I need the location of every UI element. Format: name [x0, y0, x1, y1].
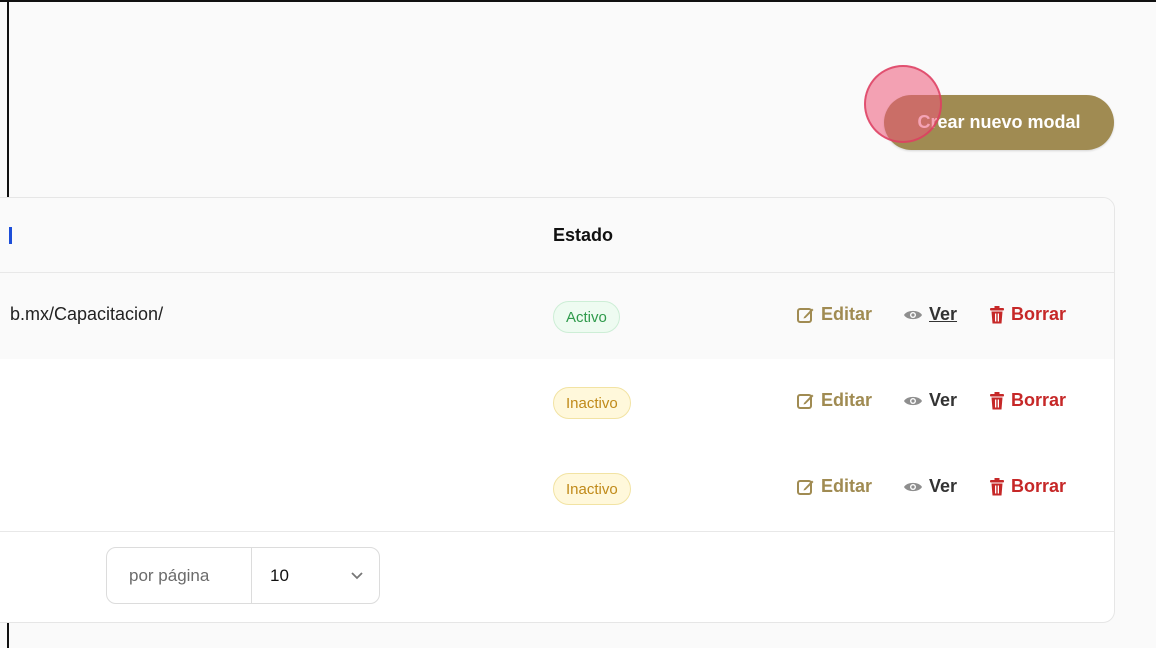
table-header: Estado [0, 198, 1114, 273]
table-footer: por página 10 [0, 532, 1114, 622]
view-button[interactable]: Ver [903, 476, 957, 497]
url-cell: b.mx/Capacitacion/ [10, 304, 164, 324]
delete-button[interactable]: Borrar [989, 304, 1066, 325]
edit-icon [797, 307, 814, 323]
eye-icon [904, 482, 922, 491]
eye-icon [904, 396, 922, 405]
delete-label: Borrar [1011, 390, 1067, 410]
status-badge: Inactivo [553, 387, 631, 419]
edit-label: Editar [821, 390, 873, 410]
table-row: Inactivo Editar Ver Borrar [0, 359, 1114, 446]
delete-button[interactable]: Borrar [989, 476, 1066, 497]
trash-icon [990, 305, 1004, 323]
eye-icon [904, 310, 922, 319]
view-label: Ver [929, 390, 958, 410]
table-row: b.mx/Capacitacion/ Activo Editar Ver Bor… [0, 273, 1114, 360]
estado-column-header: Estado [553, 225, 614, 245]
click-indicator [864, 65, 942, 143]
edit-icon [797, 393, 814, 409]
url-column-header [9, 227, 12, 244]
per-page-label: por página [107, 548, 252, 603]
edit-button[interactable]: Editar [797, 390, 872, 411]
delete-label: Borrar [1011, 476, 1067, 496]
status-badge: Inactivo [553, 473, 631, 505]
modals-table: Estado b.mx/Capacitacion/ Activo Editar … [0, 197, 1115, 623]
window-edge-top [0, 0, 1156, 2]
trash-icon [990, 477, 1004, 495]
table-row: Inactivo Editar Ver Borrar [0, 445, 1114, 532]
edit-icon [797, 479, 814, 495]
edit-button[interactable]: Editar [797, 304, 872, 325]
view-button[interactable]: Ver [903, 304, 957, 325]
view-label: Ver [929, 304, 958, 324]
view-label: Ver [929, 476, 958, 496]
status-badge: Activo [553, 301, 620, 333]
edit-button[interactable]: Editar [797, 476, 872, 497]
edit-label: Editar [821, 304, 873, 324]
trash-icon [990, 391, 1004, 409]
edit-label: Editar [821, 476, 873, 496]
view-button[interactable]: Ver [903, 390, 957, 411]
per-page-select[interactable]: por página 10 [106, 547, 380, 604]
delete-button[interactable]: Borrar [989, 390, 1066, 411]
per-page-value: 10 [270, 565, 289, 585]
chevron-down-icon [351, 571, 363, 579]
delete-label: Borrar [1011, 304, 1067, 324]
